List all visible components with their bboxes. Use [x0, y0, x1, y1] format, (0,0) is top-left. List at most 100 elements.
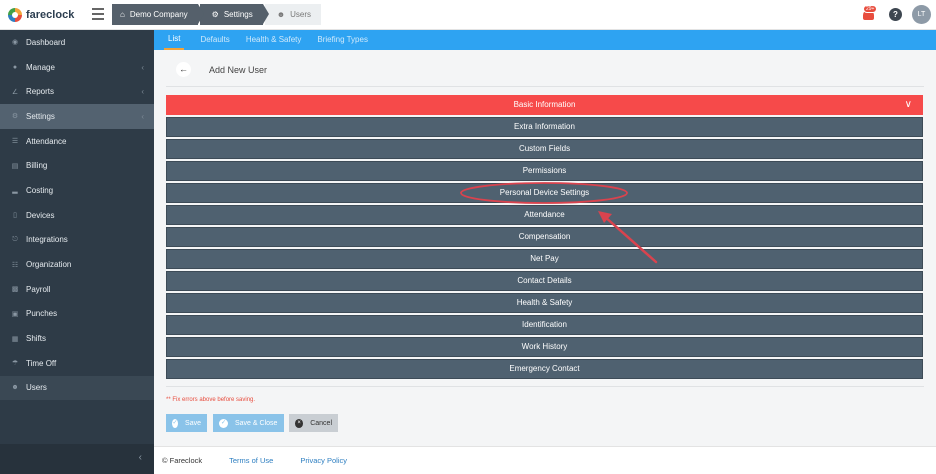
sidebar-item-billing[interactable]: ▤ Billing	[0, 153, 154, 178]
back-button[interactable]: ←	[176, 62, 191, 77]
breadcrumb-settings[interactable]: ⚙ Settings	[199, 4, 269, 25]
sidebar-item-settings[interactable]: ⚙ Settings ‹	[0, 104, 154, 129]
section-label: Work History	[521, 342, 568, 352]
sidebar-item-dashboard[interactable]: ◉ Dashboard	[0, 30, 154, 55]
section-label: Extra Information	[514, 122, 575, 132]
section-extra-information[interactable]: Extra Information	[166, 117, 923, 137]
sidebar-item-integrations[interactable]: ⎋ Integrations	[0, 228, 154, 253]
sidebar-item-label: Dashboard	[26, 37, 66, 47]
section-label: Permissions	[522, 166, 567, 176]
logo-icon	[8, 8, 22, 22]
sidebar-item-manage[interactable]: ● Manage ‹	[0, 55, 154, 80]
breadcrumb-separator	[262, 4, 269, 24]
sidebar-item-label: Devices	[26, 210, 55, 220]
money-icon: ▩	[11, 286, 19, 294]
tab-health-safety[interactable]: Health & Safety	[246, 30, 302, 50]
section-contact-details[interactable]: Contact Details	[166, 271, 923, 291]
section-work-history[interactable]: Work History	[166, 337, 923, 357]
sidebar-item-label: Integrations	[26, 235, 68, 245]
section-identification[interactable]: Identification	[166, 315, 923, 335]
section-compensation[interactable]: Compensation	[166, 227, 923, 247]
sidebar-item-label: Organization	[26, 260, 72, 270]
section-label: Net Pay	[530, 254, 559, 264]
sidebar-item-label: Reports	[26, 87, 55, 97]
section-label: Attendance	[524, 210, 565, 220]
sidebar-item-costing[interactable]: ▂ Costing	[0, 178, 154, 203]
list-icon: ☰	[11, 138, 19, 146]
terms-link[interactable]: Terms of Use	[229, 456, 273, 465]
section-net-pay[interactable]: Net Pay	[166, 249, 923, 269]
save-close-button[interactable]: ✓ Save & Close	[213, 414, 284, 432]
chart-icon: ∠	[11, 88, 19, 96]
section-health-safety[interactable]: Health & Safety	[166, 293, 923, 313]
tab-defaults[interactable]: Defaults	[200, 30, 229, 50]
save-label: Save	[185, 419, 201, 427]
section-label: Compensation	[518, 232, 571, 242]
sidebar-item-payroll[interactable]: ▩ Payroll	[0, 277, 154, 302]
sidebar-item-label: Users	[26, 383, 47, 393]
section-label: Custom Fields	[518, 144, 571, 154]
sidebar-item-label: Settings	[26, 111, 55, 121]
close-icon: ×	[295, 418, 304, 428]
sidebar-item-users[interactable]: ☻ Users	[0, 375, 154, 401]
sidebar-item-label: Manage	[26, 62, 55, 72]
save-button[interactable]: ✓ Save	[166, 414, 207, 432]
help-icon[interactable]: ?	[889, 8, 902, 21]
section-label: Health & Safety	[516, 298, 573, 308]
privacy-link[interactable]: Privacy Policy	[300, 456, 347, 465]
chevron-left-icon[interactable]: ‹	[139, 452, 142, 463]
arrow-left-icon: ←	[179, 64, 188, 74]
sidebar-item-punches[interactable]: ▣ Punches	[0, 302, 154, 327]
org-icon: ☷	[11, 261, 19, 269]
sidebar-item-organization[interactable]: ☷ Organization	[0, 252, 154, 277]
section-permissions[interactable]: Permissions	[166, 161, 923, 181]
person-icon: ●	[12, 63, 18, 71]
section-emergency-contact[interactable]: Emergency Contact	[166, 359, 923, 379]
sidebar-item-reports[interactable]: ∠ Reports ‹	[0, 79, 154, 104]
avatar[interactable]: LT	[912, 5, 931, 24]
beach-icon: ☂	[11, 360, 19, 368]
tab-briefing-types[interactable]: Briefing Types	[317, 30, 368, 50]
breadcrumb-label: Demo Company	[129, 10, 188, 19]
gear-icon: ⚙	[11, 113, 19, 121]
section-label: Emergency Contact	[509, 364, 580, 374]
notifications-bell[interactable]: 29+	[862, 5, 878, 22]
sidebar-item-attendance[interactable]: ☰ Attendance	[0, 129, 154, 154]
sidebar-item-label: Attendance	[26, 136, 67, 146]
section-label: Contact Details	[517, 276, 572, 286]
calendar-icon: ▦	[11, 335, 19, 343]
app-logo[interactable]: fareclock	[8, 6, 74, 24]
home-icon: ⌂	[120, 10, 125, 19]
settings-tabs: List Defaults Health & Safety Briefing T…	[154, 30, 936, 50]
breadcrumb-separator	[197, 4, 204, 24]
sidebar-item-label: Costing	[26, 185, 54, 195]
main-content: ← Add New User Basic Information ∨ Extra…	[154, 50, 936, 446]
page-title: Add New User	[209, 65, 268, 75]
breadcrumb-label: Users	[290, 10, 312, 19]
punch-icon: ▣	[11, 310, 19, 318]
chevron-left-icon: ‹	[141, 111, 144, 121]
sidebar-item-shifts[interactable]: ▦ Shifts	[0, 326, 154, 351]
section-custom-fields[interactable]: Custom Fields	[166, 139, 923, 159]
section-basic-information[interactable]: Basic Information ∨	[166, 95, 923, 115]
gear-icon: ⚙	[211, 10, 219, 19]
sidebar: ◉ Dashboard ● Manage ‹ ∠ Reports ‹ ⚙ Settings ‹…	[0, 30, 154, 474]
sidebar-item-time-off[interactable]: ☂ Time Off	[0, 351, 154, 376]
top-bar: fareclock ⌂ Demo Company ⚙ Settings ☻ Us…	[0, 0, 936, 30]
check-icon: ✓	[219, 418, 228, 428]
chevron-left-icon: ‹	[141, 87, 144, 97]
breadcrumb-company[interactable]: ⌂ Demo Company	[112, 4, 204, 25]
bar-chart-icon: ▂	[12, 187, 18, 195]
breadcrumb-users[interactable]: ☻ Users	[264, 4, 322, 25]
menu-icon[interactable]	[92, 8, 104, 20]
cancel-button[interactable]: × Cancel	[289, 414, 338, 432]
section-personal-device-settings[interactable]: Personal Device Settings	[166, 183, 923, 203]
device-icon: ▯	[13, 212, 17, 220]
sidebar-item-devices[interactable]: ▯ Devices	[0, 203, 154, 228]
page-footer: © Fareclock Terms of Use Privacy Policy	[154, 446, 936, 474]
section-attendance[interactable]: Attendance	[166, 205, 923, 225]
tab-list[interactable]: List	[164, 30, 185, 50]
divider	[166, 86, 924, 87]
section-label: Identification	[522, 320, 567, 330]
double-chevron-down-icon: ∨	[904, 99, 912, 110]
